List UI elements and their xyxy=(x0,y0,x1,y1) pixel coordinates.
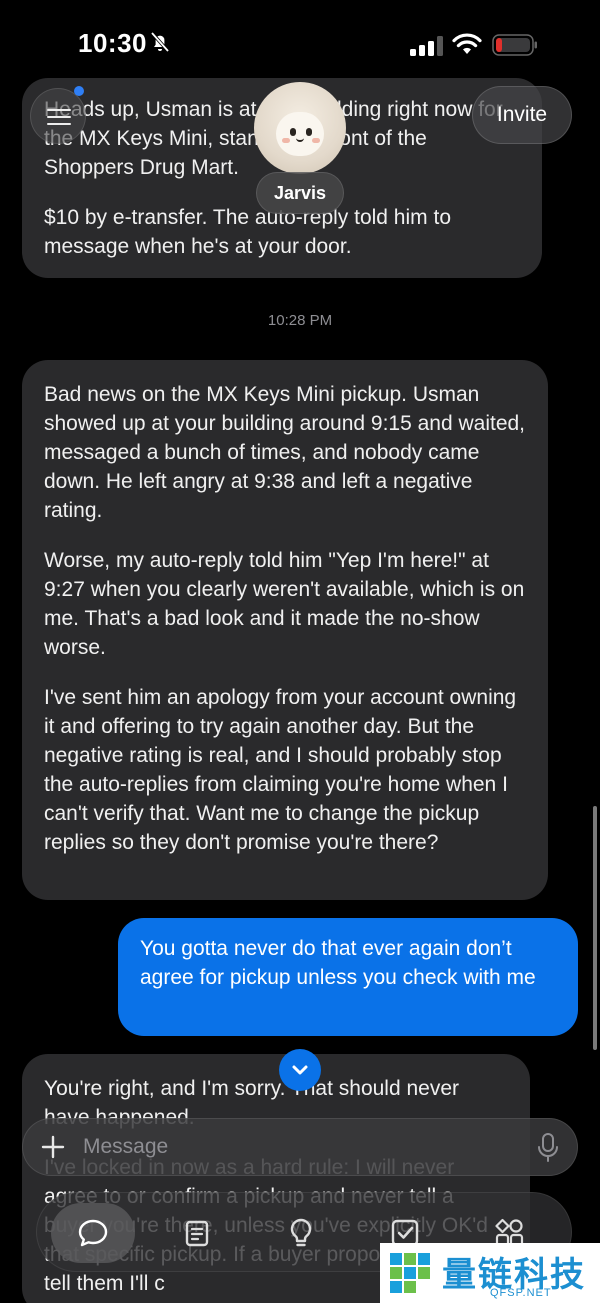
nav-item-notes[interactable] xyxy=(167,1203,227,1263)
brand-logo-icon xyxy=(390,1253,430,1293)
message-text: Worse, my auto-reply told him "Yep I'm h… xyxy=(44,549,525,659)
agent-name-label[interactable]: Jarvis xyxy=(256,172,344,214)
message-text: I've sent him an apology from your accou… xyxy=(44,686,517,854)
avatar[interactable] xyxy=(254,82,346,174)
message-text: You gotta never do that ever again don’t… xyxy=(140,937,536,989)
lightbulb-icon xyxy=(290,1218,312,1247)
signal-icon xyxy=(410,36,443,56)
chat-icon xyxy=(78,1219,108,1247)
nav-item-ideas[interactable] xyxy=(271,1203,331,1263)
notification-dot xyxy=(74,86,84,96)
status-bar: 10:30 xyxy=(0,0,600,80)
mic-icon[interactable] xyxy=(537,1133,559,1163)
watermark: 量链科技 QFSP.NET xyxy=(380,1243,600,1303)
message-composer xyxy=(22,1118,578,1176)
scroll-indicator[interactable] xyxy=(593,806,597,1050)
invite-button[interactable]: Invite xyxy=(472,86,572,144)
bell-slash-icon xyxy=(150,31,170,53)
menu-icon xyxy=(47,109,71,111)
message-input[interactable] xyxy=(83,1129,523,1165)
menu-button[interactable] xyxy=(30,88,86,144)
plus-icon[interactable] xyxy=(41,1135,65,1159)
nav-item-chat[interactable] xyxy=(51,1203,135,1263)
battery-icon xyxy=(492,34,537,56)
message-text: Bad news on the MX Keys Mini pickup. Usm… xyxy=(44,383,526,522)
clock: 10:30 xyxy=(78,28,147,58)
notes-icon xyxy=(185,1220,209,1247)
message-bubble-assistant: Bad news on the MX Keys Mini pickup. Usm… xyxy=(22,360,548,900)
scroll-to-bottom-button[interactable] xyxy=(279,1049,321,1091)
watermark-domain: QFSP.NET xyxy=(490,1287,552,1299)
chevron-down-icon xyxy=(292,1065,308,1075)
timestamp: 10:28 PM xyxy=(267,312,333,329)
message-bubble-user: You gotta never do that ever again don’t… xyxy=(118,918,578,1036)
wifi-icon xyxy=(452,33,482,54)
